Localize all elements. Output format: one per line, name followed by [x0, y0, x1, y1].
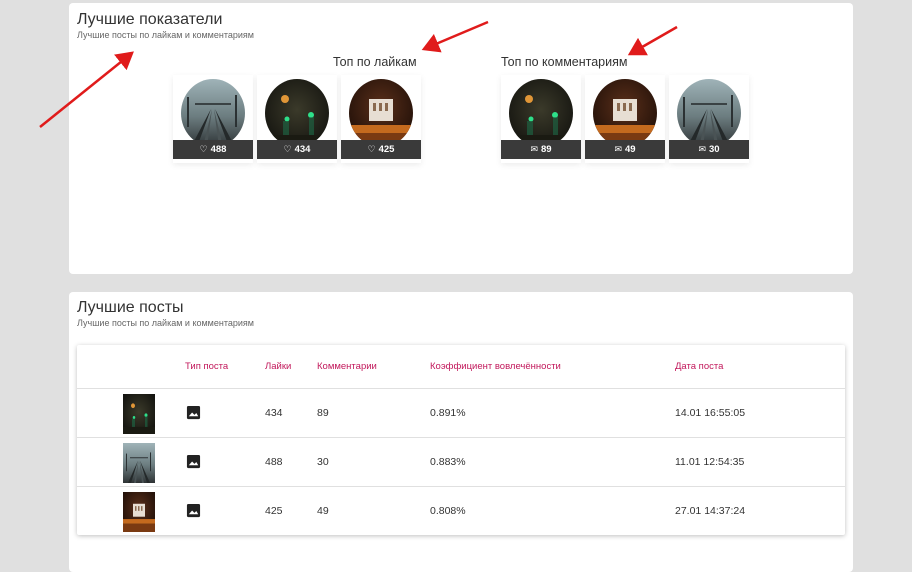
- comments-stat: ✉ 89: [501, 140, 581, 159]
- column-header-comments[interactable]: Комментарии: [317, 362, 377, 372]
- post-photo: [349, 79, 413, 147]
- likes-count: 488: [210, 144, 227, 155]
- column-header-engagement[interactable]: Коэффициент вовлечённости: [430, 362, 561, 372]
- post-thumbnail[interactable]: [123, 443, 155, 483]
- posts-table: Тип поста Лайки Комментарии Коэффициент …: [77, 345, 845, 535]
- top-post-tile[interactable]: ♡ 488: [173, 75, 253, 163]
- post-photo: [265, 79, 329, 147]
- engagement-cell: 0.808%: [430, 505, 466, 517]
- likes-stat: ♡ 425: [341, 140, 421, 159]
- engagement-cell: 0.883%: [430, 456, 466, 468]
- comments-cell: 89: [317, 407, 329, 419]
- likes-cell: 434: [265, 407, 283, 419]
- post-thumbnail[interactable]: [123, 492, 155, 532]
- heart-icon: ♡: [283, 144, 292, 154]
- date-cell: 27.01 14:37:24: [675, 505, 746, 517]
- comments-count: 89: [540, 144, 552, 155]
- likes-cell: 488: [265, 456, 283, 468]
- column-header-date[interactable]: Дата поста: [675, 362, 723, 372]
- likes-count: 434: [294, 144, 311, 155]
- image-icon: [186, 454, 201, 469]
- comments-count: 30: [708, 144, 720, 155]
- date-cell: 11.01 12:54:35: [675, 456, 745, 468]
- likes-stat: ♡ 488: [173, 140, 253, 159]
- mail-icon: ✉: [698, 144, 706, 154]
- comments-count: 49: [624, 144, 636, 155]
- top-post-tile[interactable]: ✉ 89: [501, 75, 581, 163]
- top-indicators-card: Лучшие показатели Лучшие посты по лайкам…: [69, 3, 853, 274]
- best-posts-card: Лучшие посты Лучшие посты по лайкам и ко…: [69, 292, 853, 572]
- engagement-cell: 0.891%: [430, 407, 466, 419]
- likes-count: 425: [378, 144, 395, 155]
- card-title: Лучшие посты: [77, 299, 184, 316]
- comments-stat: ✉ 30: [669, 140, 749, 159]
- mail-icon: ✉: [614, 144, 622, 154]
- top-post-tile[interactable]: ✉ 49: [585, 75, 665, 163]
- top-likes-title: Топ по лайкам: [333, 55, 417, 69]
- post-photo: [509, 79, 573, 147]
- post-photo: [677, 79, 741, 147]
- comments-stat: ✉ 49: [585, 140, 665, 159]
- likes-cell: 425: [265, 505, 283, 517]
- column-header-type[interactable]: Тип поста: [185, 362, 228, 372]
- heart-icon: ♡: [367, 144, 376, 154]
- top-comments-title: Топ по комментариям: [501, 55, 628, 69]
- table-row[interactable]: 425 49 0.808% 27.01 14:37:24: [77, 486, 845, 536]
- card-title: Лучшие показатели: [77, 11, 223, 28]
- image-icon: [186, 405, 201, 420]
- table-row[interactable]: 434 89 0.891% 14.01 16:55:05: [77, 388, 845, 438]
- mail-icon: ✉: [530, 144, 538, 154]
- comments-cell: 49: [317, 505, 329, 517]
- table-row[interactable]: 488 30 0.883% 11.01 12:54:35: [77, 437, 845, 487]
- heart-icon: ♡: [199, 144, 208, 154]
- top-post-tile[interactable]: ♡ 434: [257, 75, 337, 163]
- image-icon: [186, 503, 201, 518]
- post-thumbnail[interactable]: [123, 394, 155, 434]
- card-subtitle: Лучшие посты по лайкам и комментариям: [77, 30, 254, 40]
- column-header-likes[interactable]: Лайки: [265, 362, 291, 372]
- date-cell: 14.01 16:55:05: [675, 407, 746, 419]
- likes-stat: ♡ 434: [257, 140, 337, 159]
- post-photo: [593, 79, 657, 147]
- comments-cell: 30: [317, 456, 329, 468]
- card-subtitle: Лучшие посты по лайкам и комментариям: [77, 318, 254, 328]
- post-photo: [181, 79, 245, 147]
- top-post-tile[interactable]: ✉ 30: [669, 75, 749, 163]
- top-post-tile[interactable]: ♡ 425: [341, 75, 421, 163]
